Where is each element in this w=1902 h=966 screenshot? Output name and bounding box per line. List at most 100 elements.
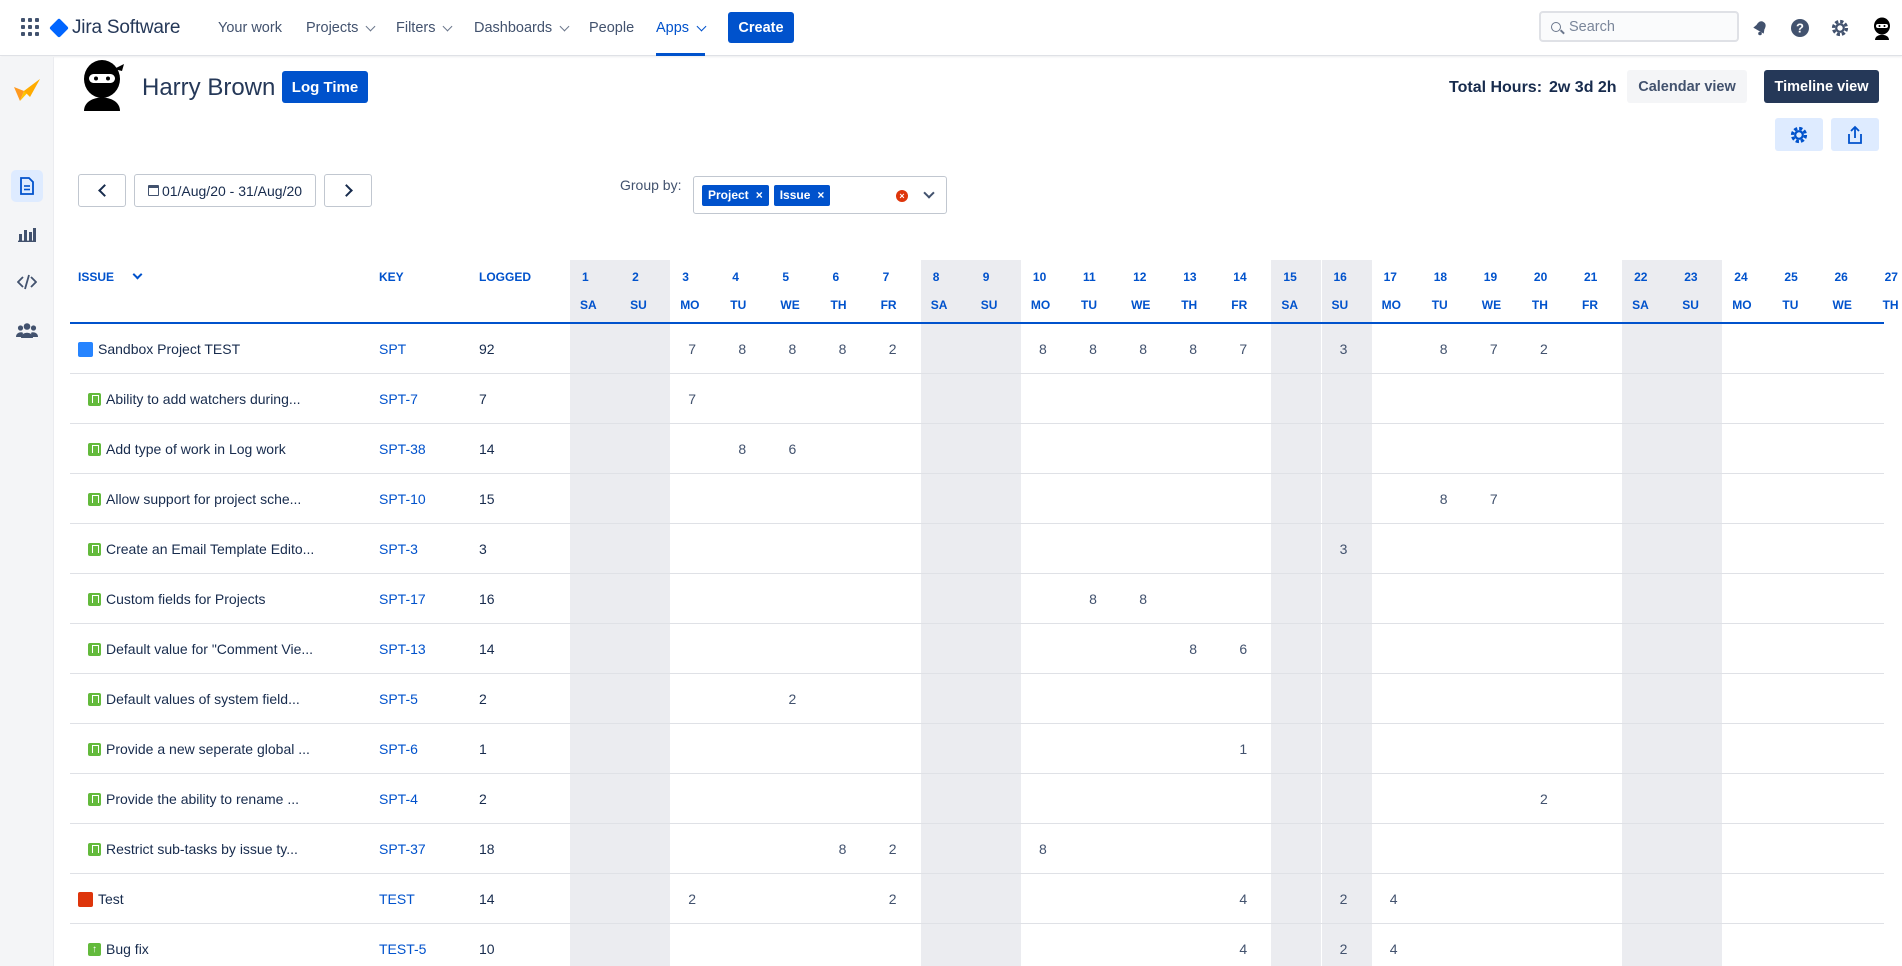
issue-cell[interactable]: Add type of work in Log work: [88, 424, 286, 474]
issue-key-link[interactable]: SPT-5: [379, 674, 418, 724]
day-hours-cell[interactable]: 1: [1218, 724, 1268, 774]
day-hours-cell[interactable]: 6: [1218, 624, 1268, 674]
export-button[interactable]: [1831, 118, 1879, 151]
day-hours-cell[interactable]: 4: [1218, 924, 1268, 966]
issue-key-link[interactable]: SPT-4: [379, 774, 418, 824]
day-hours-cell[interactable]: 8: [1168, 324, 1218, 374]
group-chip-project[interactable]: Project ×: [702, 184, 769, 206]
issue-cell[interactable]: Provide a new seperate global ...: [88, 724, 310, 774]
day-hours-cell[interactable]: 2: [1319, 924, 1369, 966]
settings-icon[interactable]: [1828, 16, 1852, 40]
issue-cell[interactable]: Custom fields for Projects: [88, 574, 266, 624]
issue-cell[interactable]: Sandbox Project TEST: [78, 324, 240, 374]
day-hours-cell[interactable]: 2: [868, 874, 918, 924]
issue-key-link[interactable]: SPT-3: [379, 524, 418, 574]
issue-cell[interactable]: Ability to add watchers during...: [88, 374, 301, 424]
issue-key-link[interactable]: SPT-6: [379, 724, 418, 774]
nav-filters[interactable]: Filters: [396, 0, 453, 56]
issue-cell[interactable]: Default values of system field...: [88, 674, 300, 724]
profile-avatar[interactable]: [1870, 16, 1894, 40]
column-header-logged[interactable]: LOGGED: [479, 270, 531, 284]
day-hours-cell[interactable]: 8: [717, 424, 767, 474]
notifications-icon[interactable]: [1748, 16, 1772, 40]
day-hours-cell[interactable]: 8: [1419, 324, 1469, 374]
day-hours-cell[interactable]: 8: [767, 324, 817, 374]
issue-cell[interactable]: Provide the ability to rename ...: [88, 774, 299, 824]
code-icon[interactable]: [11, 266, 43, 298]
date-range-picker[interactable]: 01/Aug/20 - 31/Aug/20: [134, 174, 316, 207]
remove-chip-icon[interactable]: ×: [817, 188, 824, 202]
day-hours-cell[interactable]: 8: [818, 824, 868, 874]
clear-selection-icon[interactable]: ×: [896, 190, 908, 202]
issue-key-link[interactable]: SPT-10: [379, 474, 426, 524]
day-hours-cell[interactable]: 7: [667, 324, 717, 374]
jira-logo[interactable]: Jira Software: [49, 14, 180, 42]
group-chip-issue[interactable]: Issue ×: [773, 184, 831, 206]
day-hours-cell[interactable]: 8: [717, 324, 767, 374]
chevron-down-icon[interactable]: [923, 187, 935, 199]
issue-cell[interactable]: Create an Email Template Edito...: [88, 524, 314, 574]
day-hours-cell[interactable]: 2: [1519, 774, 1569, 824]
log-time-button[interactable]: Log Time: [282, 71, 368, 103]
timesheet-icon[interactable]: [11, 170, 43, 202]
day-hours-cell[interactable]: 2: [868, 324, 918, 374]
chevron-down-icon[interactable]: [132, 269, 143, 280]
day-hours-cell[interactable]: 8: [1118, 324, 1168, 374]
day-hours-cell[interactable]: 4: [1218, 874, 1268, 924]
group-by-select[interactable]: Project × Issue × ×: [693, 176, 947, 214]
nav-your-work[interactable]: Your work: [218, 0, 282, 56]
day-hours-cell[interactable]: 3: [1319, 524, 1369, 574]
help-icon[interactable]: ?: [1788, 16, 1812, 40]
app-logo-icon[interactable]: [11, 74, 43, 106]
day-hours-cell[interactable]: 2: [767, 674, 817, 724]
day-hours-cell[interactable]: 8: [1018, 824, 1068, 874]
day-hours-cell[interactable]: 4: [1369, 924, 1419, 966]
nav-apps[interactable]: Apps: [656, 0, 707, 56]
issue-key-link[interactable]: SPT-37: [379, 824, 426, 874]
day-hours-cell[interactable]: 8: [818, 324, 868, 374]
view-settings-button[interactable]: [1775, 118, 1823, 151]
day-hours-cell[interactable]: 8: [1068, 574, 1118, 624]
day-hours-cell[interactable]: 8: [1118, 574, 1168, 624]
issue-cell[interactable]: Test: [78, 874, 124, 924]
day-hours-cell[interactable]: 2: [1519, 324, 1569, 374]
day-hours-cell[interactable]: 7: [1218, 324, 1268, 374]
issue-key-link[interactable]: SPT-38: [379, 424, 426, 474]
day-hours-cell[interactable]: 8: [1168, 624, 1218, 674]
nav-dashboards[interactable]: Dashboards: [474, 0, 570, 56]
issue-key-link[interactable]: SPT: [379, 324, 406, 374]
issue-cell[interactable]: Default value for "Comment Vie...: [88, 624, 313, 674]
search-input[interactable]: Search: [1539, 11, 1739, 42]
timeline-view-button[interactable]: Timeline view: [1764, 70, 1879, 103]
day-hours-cell[interactable]: 8: [1018, 324, 1068, 374]
issue-key-link[interactable]: TEST-5: [379, 924, 426, 966]
next-period-button[interactable]: [324, 174, 372, 207]
issue-key-link[interactable]: SPT-17: [379, 574, 426, 624]
team-icon[interactable]: [11, 314, 43, 346]
day-hours-cell[interactable]: 7: [667, 374, 717, 424]
previous-period-button[interactable]: [78, 174, 126, 207]
day-hours-cell[interactable]: 3: [1319, 324, 1369, 374]
issue-key-link[interactable]: SPT-13: [379, 624, 426, 674]
create-button[interactable]: Create: [728, 12, 794, 43]
app-switcher-icon[interactable]: [20, 17, 40, 37]
nav-people[interactable]: People: [589, 0, 634, 56]
day-hours-cell[interactable]: 8: [1068, 324, 1118, 374]
calendar-view-button[interactable]: Calendar view: [1627, 70, 1747, 103]
issue-key-link[interactable]: SPT-7: [379, 374, 418, 424]
issue-cell[interactable]: Restrict sub-tasks by issue ty...: [88, 824, 298, 874]
issue-cell[interactable]: ↑ Bug fix: [88, 924, 149, 966]
column-header-key[interactable]: KEY: [379, 270, 404, 284]
column-header-issue[interactable]: ISSUE: [78, 269, 143, 284]
nav-projects[interactable]: Projects: [306, 0, 376, 56]
day-hours-cell[interactable]: 2: [1319, 874, 1369, 924]
day-hours-cell[interactable]: 8: [1419, 474, 1469, 524]
day-hours-cell[interactable]: 2: [868, 824, 918, 874]
issue-key-link[interactable]: TEST: [379, 874, 415, 924]
day-hours-cell[interactable]: 6: [767, 424, 817, 474]
remove-chip-icon[interactable]: ×: [756, 188, 763, 202]
day-hours-cell[interactable]: 7: [1469, 474, 1519, 524]
issue-cell[interactable]: Allow support for project sche...: [88, 474, 301, 524]
reports-icon[interactable]: [11, 218, 43, 250]
day-hours-cell[interactable]: 2: [667, 874, 717, 924]
